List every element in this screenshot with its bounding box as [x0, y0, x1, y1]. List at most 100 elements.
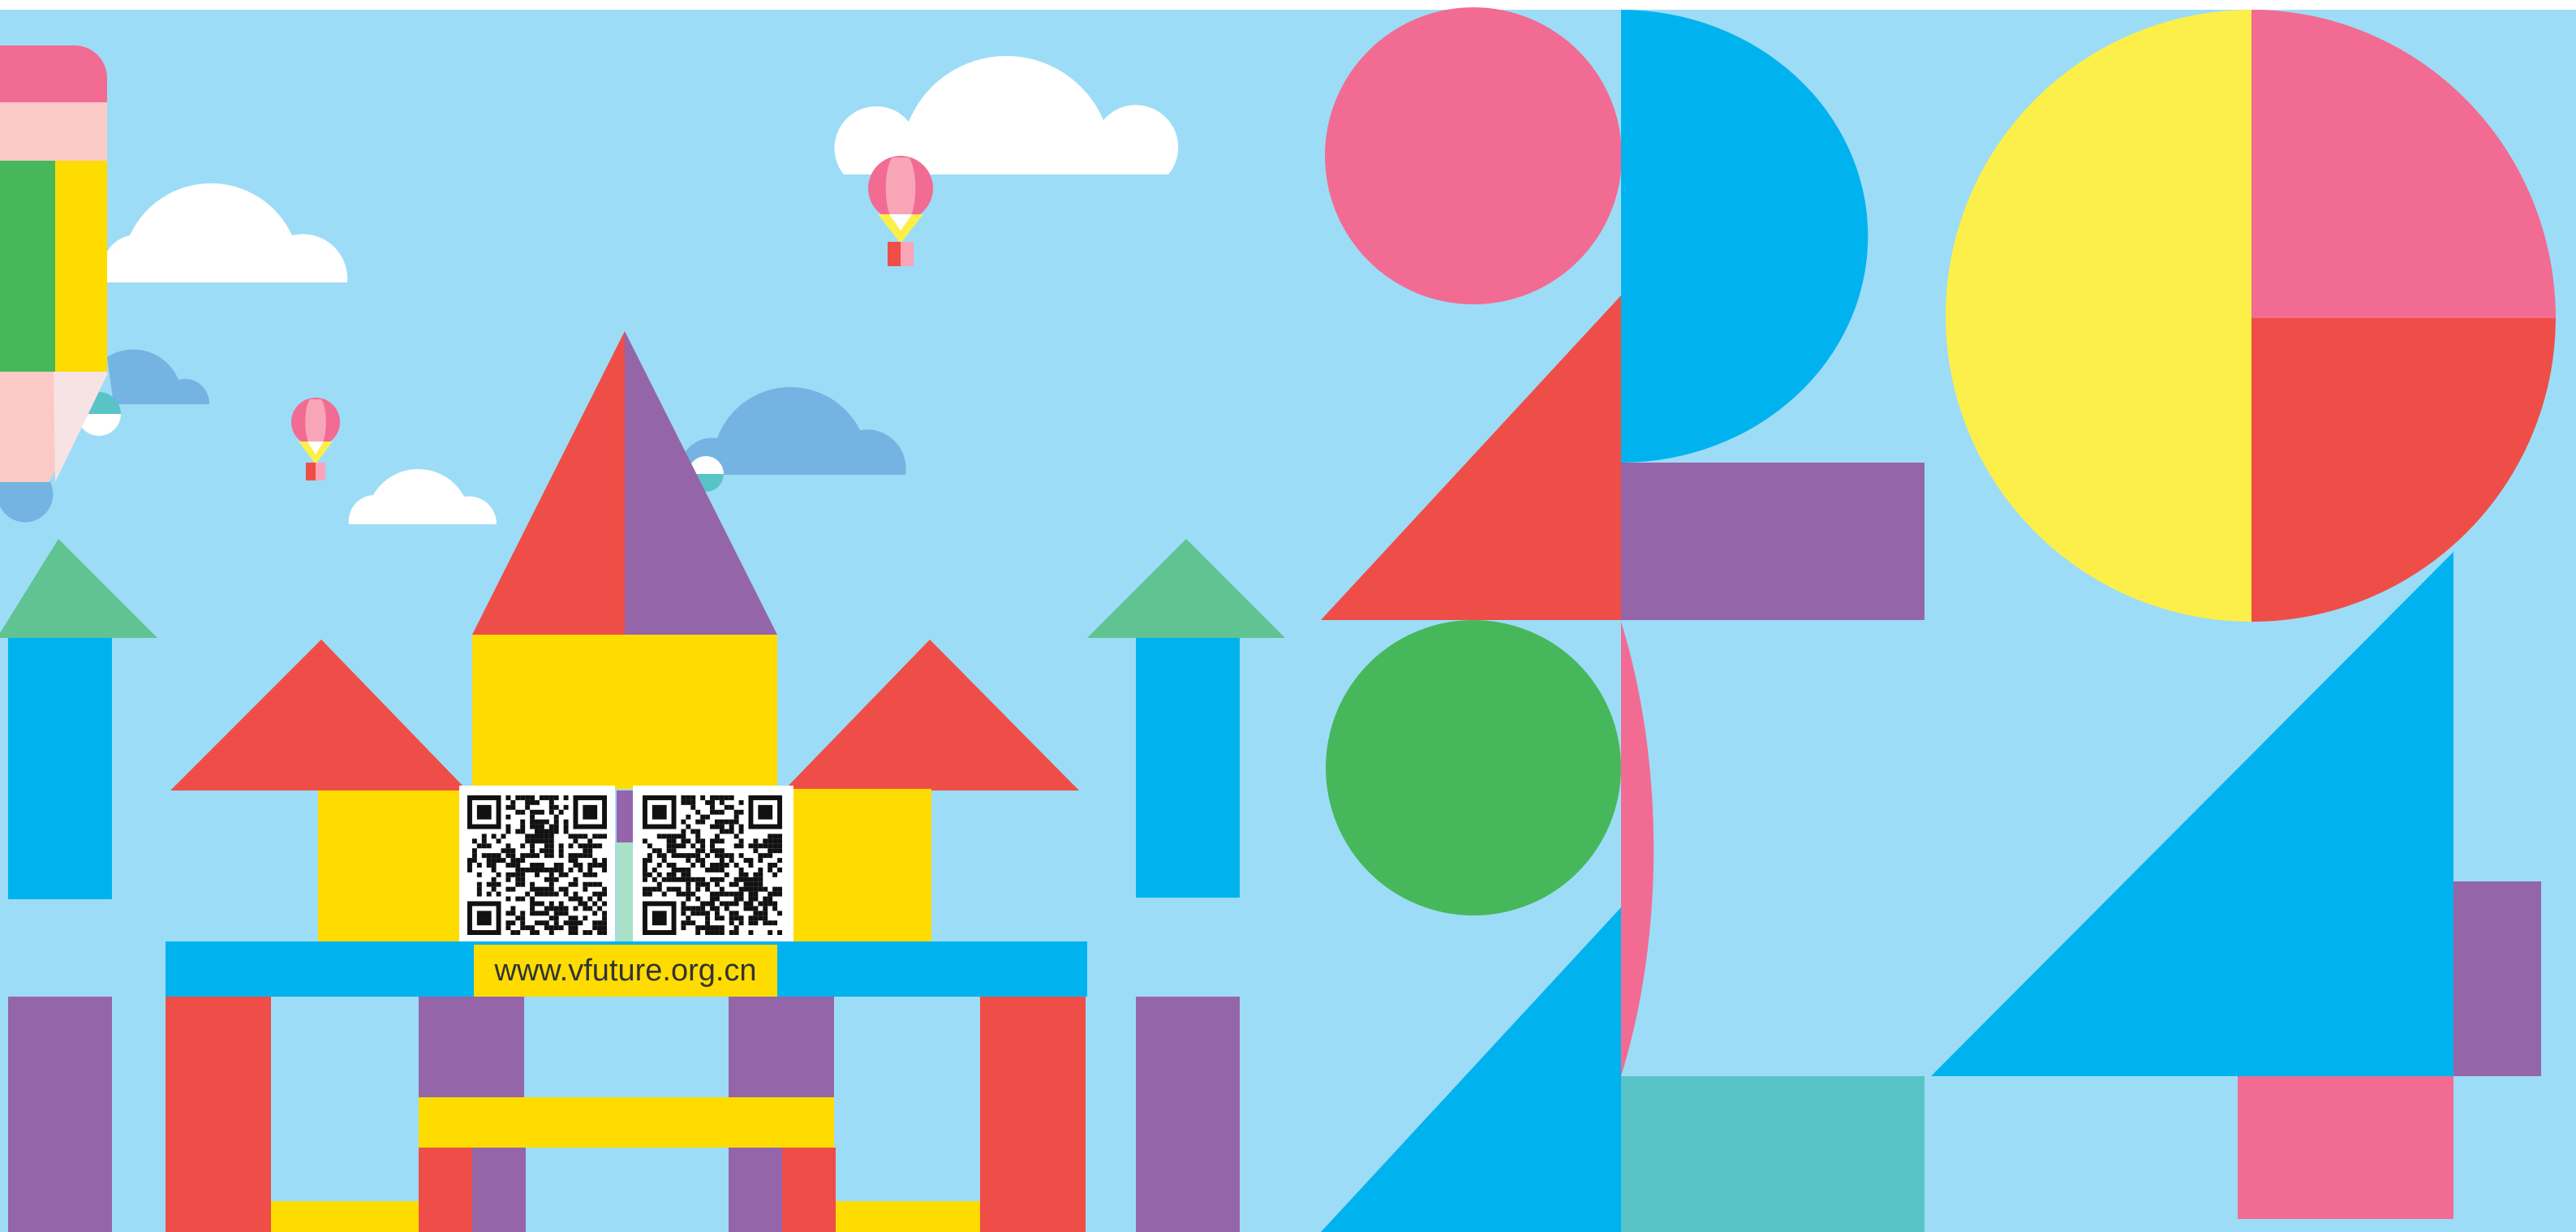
- qr-module: [700, 819, 706, 825]
- qr-module: [558, 853, 564, 859]
- qr-module: [515, 858, 521, 864]
- qr-module: [515, 896, 521, 902]
- qr-module: [690, 877, 696, 882]
- qr-module: [597, 896, 603, 902]
- qr-module: [700, 863, 706, 868]
- qr-module: [743, 906, 749, 911]
- qr-module: [772, 920, 778, 926]
- qr-module: [539, 911, 544, 916]
- qr-module: [501, 858, 506, 864]
- qr-module: [592, 858, 598, 864]
- qr-module: [583, 906, 588, 911]
- qr-module: [772, 906, 778, 911]
- qr-module: [695, 896, 701, 902]
- qr-module: [753, 891, 759, 897]
- qr-module: [573, 834, 578, 839]
- qr-module: [681, 838, 686, 844]
- qr-module: [748, 901, 754, 907]
- castle-center-block: [472, 635, 777, 789]
- qr-module: [491, 886, 497, 892]
- number-0-right: [1946, 10, 2556, 622]
- qr-module: [597, 843, 603, 849]
- qr-module: [592, 925, 598, 931]
- qr-module: [729, 829, 734, 834]
- qr-module: [753, 906, 759, 911]
- qr-module: [772, 863, 778, 868]
- qr-module: [548, 915, 554, 921]
- qr-module: [656, 834, 662, 839]
- qr-module: [681, 843, 686, 849]
- qr-module: [768, 863, 773, 868]
- qr-module: [602, 930, 607, 935]
- qr-module: [553, 877, 559, 882]
- qr-module: [505, 863, 511, 868]
- qr-module: [530, 906, 535, 911]
- qr-module: [510, 906, 516, 911]
- qr-module: [666, 877, 672, 882]
- qr-module: [690, 795, 696, 800]
- qr-module: [553, 920, 559, 926]
- qr-module: [548, 834, 554, 839]
- qr-finder-pattern: [583, 804, 598, 820]
- qr-module: [714, 848, 720, 854]
- qr-module: [656, 863, 662, 868]
- qr-module: [602, 858, 607, 864]
- qr-module: [748, 886, 754, 892]
- qr-module: [772, 891, 778, 897]
- qr-module: [738, 853, 744, 859]
- qr-module: [553, 863, 559, 868]
- qr-module: [710, 824, 715, 829]
- qr-module: [705, 799, 711, 805]
- qr-module: [544, 891, 549, 897]
- qr-module: [733, 925, 739, 931]
- qr-module: [535, 863, 540, 868]
- qr-module: [671, 886, 677, 892]
- pink-block: [2238, 1076, 2453, 1219]
- qr-module: [583, 872, 588, 877]
- qr-module: [719, 930, 725, 935]
- qr-module: [647, 886, 652, 892]
- qr-module: [505, 848, 511, 854]
- qr-module: [652, 867, 657, 872]
- qr-module: [753, 838, 759, 844]
- qr-module: [714, 795, 720, 800]
- qr-module: [602, 920, 607, 926]
- qr-module: [520, 795, 526, 800]
- qr-module: [748, 843, 754, 849]
- qr-module: [724, 853, 729, 859]
- qr-module: [714, 809, 720, 815]
- qr-module: [738, 886, 744, 892]
- qr-module: [729, 915, 734, 921]
- castle-floor-left: [271, 1201, 419, 1232]
- qr-module: [496, 891, 501, 897]
- qr-module: [573, 838, 578, 844]
- qr-module: [481, 843, 487, 849]
- qr-module: [681, 906, 686, 911]
- qr-module: [690, 799, 696, 805]
- qr-module: [481, 834, 487, 839]
- qr-module: [748, 863, 754, 868]
- qr-module: [705, 901, 711, 907]
- qr-module: [544, 906, 549, 911]
- qr-module: [768, 838, 773, 844]
- qr-module: [548, 930, 554, 935]
- qr-module: [772, 872, 778, 877]
- qr-module: [768, 867, 773, 872]
- website-url[interactable]: www.vfuture.org.cn: [493, 954, 756, 988]
- qr-module: [587, 863, 593, 868]
- qr-module: [700, 858, 706, 864]
- qr-module: [597, 881, 603, 887]
- qr-module: [758, 858, 763, 864]
- qr-module: [573, 906, 578, 911]
- qr-module: [597, 920, 603, 926]
- qr-module: [476, 886, 482, 892]
- qr-module: [724, 795, 729, 800]
- qr-module: [515, 881, 521, 887]
- castle-crossbar: [419, 1097, 834, 1148]
- castle-leg-left-outer: [166, 997, 271, 1232]
- qr-module: [568, 896, 574, 902]
- qr-module: [525, 799, 531, 805]
- qr-module: [729, 853, 734, 859]
- qr-module: [558, 911, 564, 916]
- qr-module: [719, 877, 725, 882]
